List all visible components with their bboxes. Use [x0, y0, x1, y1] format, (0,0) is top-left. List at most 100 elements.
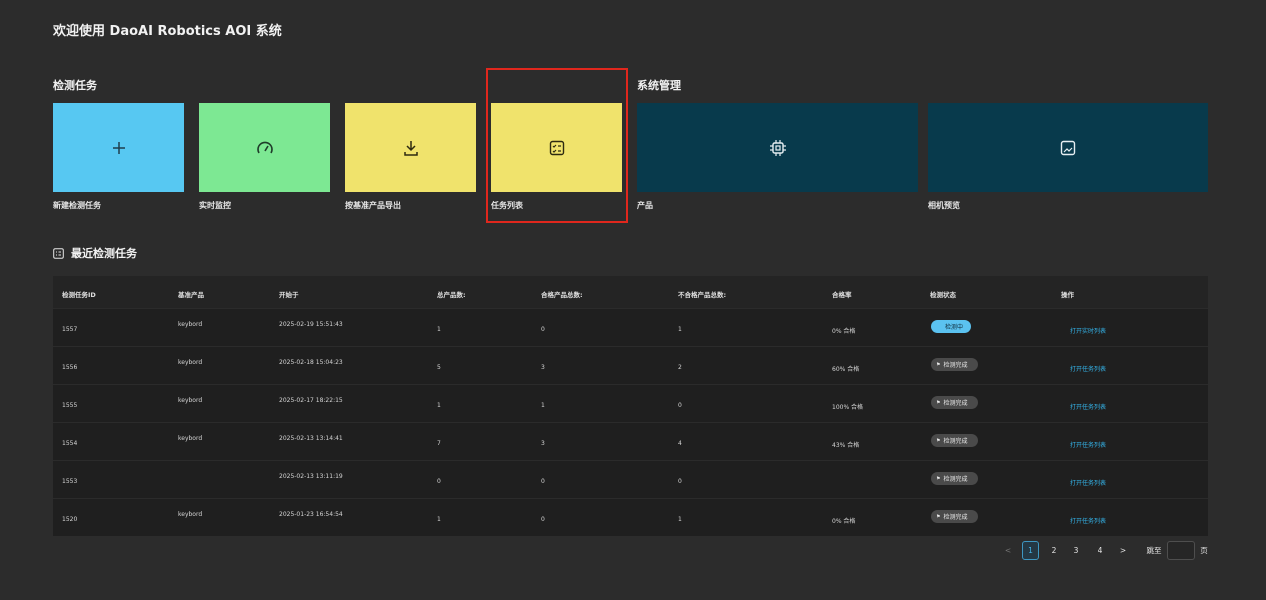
cell-rate: 43% 合格: [832, 442, 860, 449]
cell-rate: 0% 合格: [832, 328, 856, 335]
recent-tasks-header: 最近检测任务: [53, 245, 137, 261]
status-badge: ⚑ 检测完成: [931, 396, 978, 409]
cell-total: 0: [437, 478, 441, 485]
status-badge: ⚑ 检测完成: [931, 434, 978, 447]
pagination-page-1[interactable]: 1: [1022, 541, 1039, 560]
action-link[interactable]: 打开任务列表: [1070, 364, 1106, 373]
status-badge: ⚑ 检测完成: [931, 510, 978, 523]
header-task-id: 检测任务ID: [62, 291, 96, 299]
cell-pass: 0: [541, 478, 545, 485]
action-link[interactable]: 打开实时列表: [1070, 326, 1106, 335]
page-suffix: 页: [1200, 546, 1208, 555]
header-fail: 不合格产品总数:: [678, 291, 727, 299]
cell-total: 5: [437, 364, 441, 371]
flag-icon: ⚑: [936, 361, 941, 368]
highlight-box: [486, 68, 628, 223]
header-rate: 合格率: [832, 291, 852, 299]
image-icon: [1060, 140, 1076, 155]
cell-pass: 0: [541, 516, 545, 523]
list-icon: [53, 247, 64, 259]
cell-rate: 60% 合格: [832, 366, 860, 373]
cell-fail: 4: [678, 440, 682, 447]
cell-start: 2025-02-19 15:51:43: [279, 321, 343, 328]
cell-task-id: 1520: [62, 516, 78, 523]
tile-label-export: 按基准产品导出: [345, 201, 401, 210]
tile-label-new-task: 新建检测任务: [53, 201, 101, 210]
pagination-page-3[interactable]: 3: [1069, 541, 1083, 560]
header-action: 操作: [1061, 291, 1074, 299]
table-row: 1554 keybord 2025-02-13 13:14:41 7 3 4 4…: [53, 422, 1208, 460]
cell-product: keybord: [178, 321, 203, 328]
jump-page-input[interactable]: [1167, 541, 1195, 560]
status-text: 检测完成: [943, 400, 968, 407]
table-row: 1520 keybord 2025-01-23 16:54:54 1 0 1 0…: [53, 498, 1208, 536]
status-text: 检测完成: [943, 362, 968, 369]
cell-task-id: 1555: [62, 402, 78, 409]
cell-fail: 2: [678, 364, 682, 371]
cell-task-id: 1553: [62, 478, 78, 485]
cell-pass: 1: [541, 402, 545, 409]
status-badge: 检测中: [931, 320, 971, 333]
header-product: 基准产品: [178, 291, 204, 299]
recent-tasks-table: 检测任务ID 基准产品 开始于 总产品数: 合格产品总数: 不合格产品总数: 合…: [53, 276, 1208, 536]
cell-product: keybord: [178, 435, 203, 442]
section-title-system: 系统管理: [637, 79, 681, 92]
action-link[interactable]: 打开任务列表: [1070, 402, 1106, 411]
cell-fail: 0: [678, 478, 682, 485]
pagination-page-2[interactable]: 2: [1047, 541, 1061, 560]
section-title-inspection: 检测任务: [53, 79, 97, 92]
action-link[interactable]: 打开任务列表: [1070, 478, 1106, 487]
header-total: 总产品数:: [437, 291, 466, 299]
cell-start: 2025-01-23 16:54:54: [279, 511, 343, 518]
header-start: 开始于: [279, 291, 299, 299]
tile-new-task[interactable]: [53, 103, 184, 192]
download-icon: [403, 140, 418, 156]
tile-label-live-monitor: 实时监控: [199, 201, 231, 210]
table-header: 检测任务ID 基准产品 开始于 总产品数: 合格产品总数: 不合格产品总数: 合…: [53, 276, 1208, 308]
cell-task-id: 1556: [62, 364, 78, 371]
plus-icon: [112, 141, 125, 154]
action-link[interactable]: 打开任务列表: [1070, 516, 1106, 525]
cell-total: 1: [437, 326, 441, 333]
cell-product: keybord: [178, 511, 203, 518]
status-text: 检测完成: [943, 514, 968, 521]
tile-export-by-product[interactable]: [345, 103, 476, 192]
cell-task-id: 1554: [62, 440, 78, 447]
jump-label: 跳至: [1146, 546, 1162, 555]
cell-fail: 0: [678, 402, 682, 409]
cell-product: keybord: [178, 397, 203, 404]
cell-fail: 1: [678, 326, 682, 333]
cell-total: 7: [437, 440, 441, 447]
pagination-next[interactable]: >: [1117, 541, 1129, 560]
page-title: 欢迎使用 DaoAI Robotics AOI 系统: [53, 24, 282, 39]
status-text: 检测中: [945, 324, 964, 331]
cell-start: 2025-02-18 15:04:23: [279, 359, 343, 366]
tile-products[interactable]: [637, 103, 918, 192]
cell-start: 2025-02-17 18:22:15: [279, 397, 343, 404]
cell-start: 2025-02-13 13:14:41: [279, 435, 343, 442]
header-status: 检测状态: [930, 291, 956, 299]
cell-pass: 3: [541, 364, 545, 371]
cell-rate: 0% 合格: [832, 518, 856, 525]
status-badge: ⚑ 检测完成: [931, 358, 978, 371]
action-link[interactable]: 打开任务列表: [1070, 440, 1106, 449]
flag-icon: ⚑: [936, 399, 941, 406]
pagination-prev[interactable]: <: [1003, 541, 1013, 560]
table-row: 1556 keybord 2025-02-18 15:04:23 5 3 2 6…: [53, 346, 1208, 384]
gauge-icon: [256, 141, 273, 153]
cell-fail: 1: [678, 516, 682, 523]
status-text: 检测完成: [943, 438, 968, 445]
tile-camera-preview[interactable]: [928, 103, 1208, 192]
cell-total: 1: [437, 402, 441, 409]
chip-icon: [769, 139, 786, 156]
cell-pass: 3: [541, 440, 545, 447]
flag-icon: ⚑: [936, 475, 941, 482]
tile-label-camera: 相机预览: [928, 201, 960, 210]
table-row: 1555 keybord 2025-02-17 18:22:15 1 1 0 1…: [53, 384, 1208, 422]
pagination-page-4[interactable]: 4: [1093, 541, 1107, 560]
cell-rate: 100% 合格: [832, 404, 864, 411]
recent-tasks-title: 最近检测任务: [71, 247, 137, 260]
table-row: 1557 keybord 2025-02-19 15:51:43 1 0 1 0…: [53, 308, 1208, 346]
flag-icon: ⚑: [936, 437, 941, 444]
tile-live-monitor[interactable]: [199, 103, 330, 192]
